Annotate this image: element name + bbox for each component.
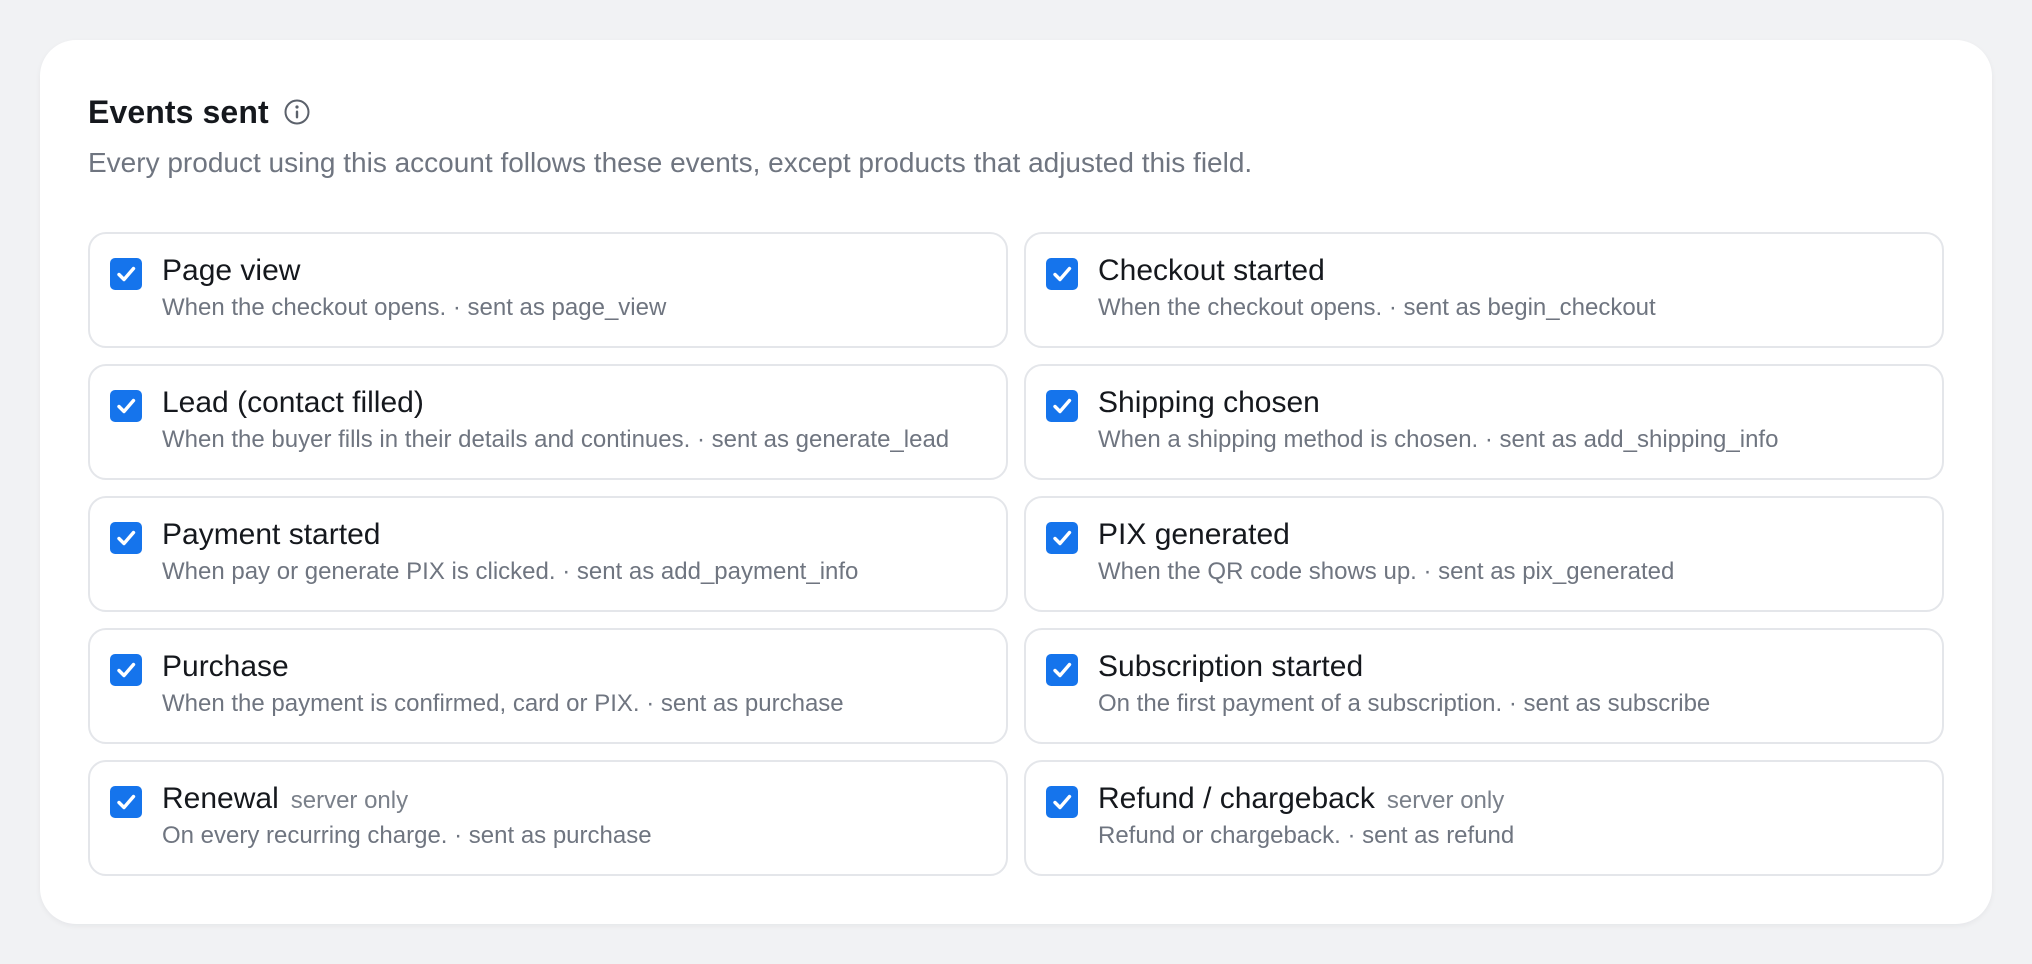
event-name: Subscription started [1098, 650, 1364, 683]
event-description: When the payment is confirmed, card or P… [162, 690, 844, 717]
event-text: Refund / chargeback server only Refund o… [1098, 782, 1926, 850]
title-row: Events sent [88, 90, 1944, 134]
event-option-shipping-chosen[interactable]: Shipping chosen When a shipping method i… [1024, 364, 1944, 480]
event-text: Payment started When pay or generate PIX… [162, 518, 990, 586]
event-option-lead[interactable]: Lead (contact filled) When the buyer fil… [88, 364, 1008, 480]
event-name: Checkout started [1098, 254, 1325, 287]
event-checkbox[interactable] [1046, 258, 1078, 290]
event-text: Page view When the checkout opens. · sen… [162, 254, 990, 322]
event-name: Purchase [162, 650, 289, 683]
checkmark-icon [117, 662, 136, 678]
event-description: Refund or chargeback. · sent as refund [1098, 822, 1515, 849]
event-option-pix-generated[interactable]: PIX generated When the QR code shows up.… [1024, 496, 1944, 612]
event-checkbox[interactable] [110, 654, 142, 686]
event-description: On the first payment of a subscription. … [1098, 690, 1711, 717]
event-name: Shipping chosen [1098, 386, 1320, 419]
checkmark-icon [1053, 398, 1072, 414]
event-checkbox[interactable] [110, 522, 142, 554]
event-text: Shipping chosen When a shipping method i… [1098, 386, 1926, 454]
event-name: PIX generated [1098, 518, 1290, 551]
event-name-row: Shipping chosen [1098, 386, 1926, 424]
event-description: When pay or generate PIX is clicked. · s… [162, 558, 859, 585]
events-sent-card: Events sent Every product using this acc… [40, 40, 1992, 924]
checkmark-icon [1053, 794, 1072, 810]
event-name: Payment started [162, 518, 381, 551]
event-option-payment-started[interactable]: Payment started When pay or generate PIX… [88, 496, 1008, 612]
event-description: On every recurring charge. · sent as pur… [162, 822, 652, 849]
event-name-row: PIX generated [1098, 518, 1926, 556]
checkmark-icon [117, 794, 136, 810]
event-name-row: Page view [162, 254, 990, 292]
event-name-row: Refund / chargeback server only [1098, 782, 1926, 820]
server-only-badge: server only [1386, 787, 1505, 814]
checkmark-icon [117, 530, 136, 546]
event-checkbox[interactable] [1046, 786, 1078, 818]
events-grid: Page view When the checkout opens. · sen… [88, 232, 1944, 876]
event-text: Lead (contact filled) When the buyer fil… [162, 386, 990, 454]
event-description: When a shipping method is chosen. · sent… [1098, 426, 1779, 453]
event-option-page-view[interactable]: Page view When the checkout opens. · sen… [88, 232, 1008, 348]
event-checkbox[interactable] [110, 390, 142, 422]
event-name: Renewal [162, 782, 279, 815]
checkmark-icon [1053, 266, 1072, 282]
event-name-row: Lead (contact filled) [162, 386, 990, 424]
info-icon[interactable] [283, 98, 311, 126]
event-text: Checkout started When the checkout opens… [1098, 254, 1926, 322]
checkmark-icon [1053, 662, 1072, 678]
event-checkbox[interactable] [1046, 522, 1078, 554]
event-checkbox[interactable] [1046, 390, 1078, 422]
event-description: When the checkout opens. · sent as begin… [1098, 294, 1656, 321]
event-checkbox[interactable] [1046, 654, 1078, 686]
checkmark-icon [117, 398, 136, 414]
event-option-subscription-started[interactable]: Subscription started On the first paymen… [1024, 628, 1944, 744]
event-name-row: Payment started [162, 518, 990, 556]
event-option-renewal[interactable]: Renewal server only On every recurring c… [88, 760, 1008, 876]
section-subtitle: Every product using this account follows… [88, 147, 1253, 178]
section-header: Events sent Every product using this acc… [88, 90, 1944, 180]
event-text: PIX generated When the QR code shows up.… [1098, 518, 1926, 586]
checkmark-icon [1053, 530, 1072, 546]
server-only-badge: server only [290, 787, 409, 814]
event-option-purchase[interactable]: Purchase When the payment is confirmed, … [88, 628, 1008, 744]
event-description: When the checkout opens. · sent as page_… [162, 294, 667, 321]
event-description: When the buyer fills in their details an… [162, 426, 950, 453]
event-name: Refund / chargeback [1098, 782, 1375, 815]
event-text: Subscription started On the first paymen… [1098, 650, 1926, 718]
event-text: Purchase When the payment is confirmed, … [162, 650, 990, 718]
event-name-row: Renewal server only [162, 782, 990, 820]
event-checkbox[interactable] [110, 786, 142, 818]
checkmark-icon [117, 266, 136, 282]
event-option-checkout-started[interactable]: Checkout started When the checkout opens… [1024, 232, 1944, 348]
event-name-row: Checkout started [1098, 254, 1926, 292]
event-name-row: Purchase [162, 650, 990, 688]
event-name: Lead (contact filled) [162, 386, 424, 419]
event-option-refund-chargeback[interactable]: Refund / chargeback server only Refund o… [1024, 760, 1944, 876]
event-text: Renewal server only On every recurring c… [162, 782, 990, 850]
event-checkbox[interactable] [110, 258, 142, 290]
section-title: Events sent [88, 93, 269, 130]
event-name: Page view [162, 254, 301, 287]
event-name-row: Subscription started [1098, 650, 1926, 688]
event-description: When the QR code shows up. · sent as pix… [1098, 558, 1675, 585]
